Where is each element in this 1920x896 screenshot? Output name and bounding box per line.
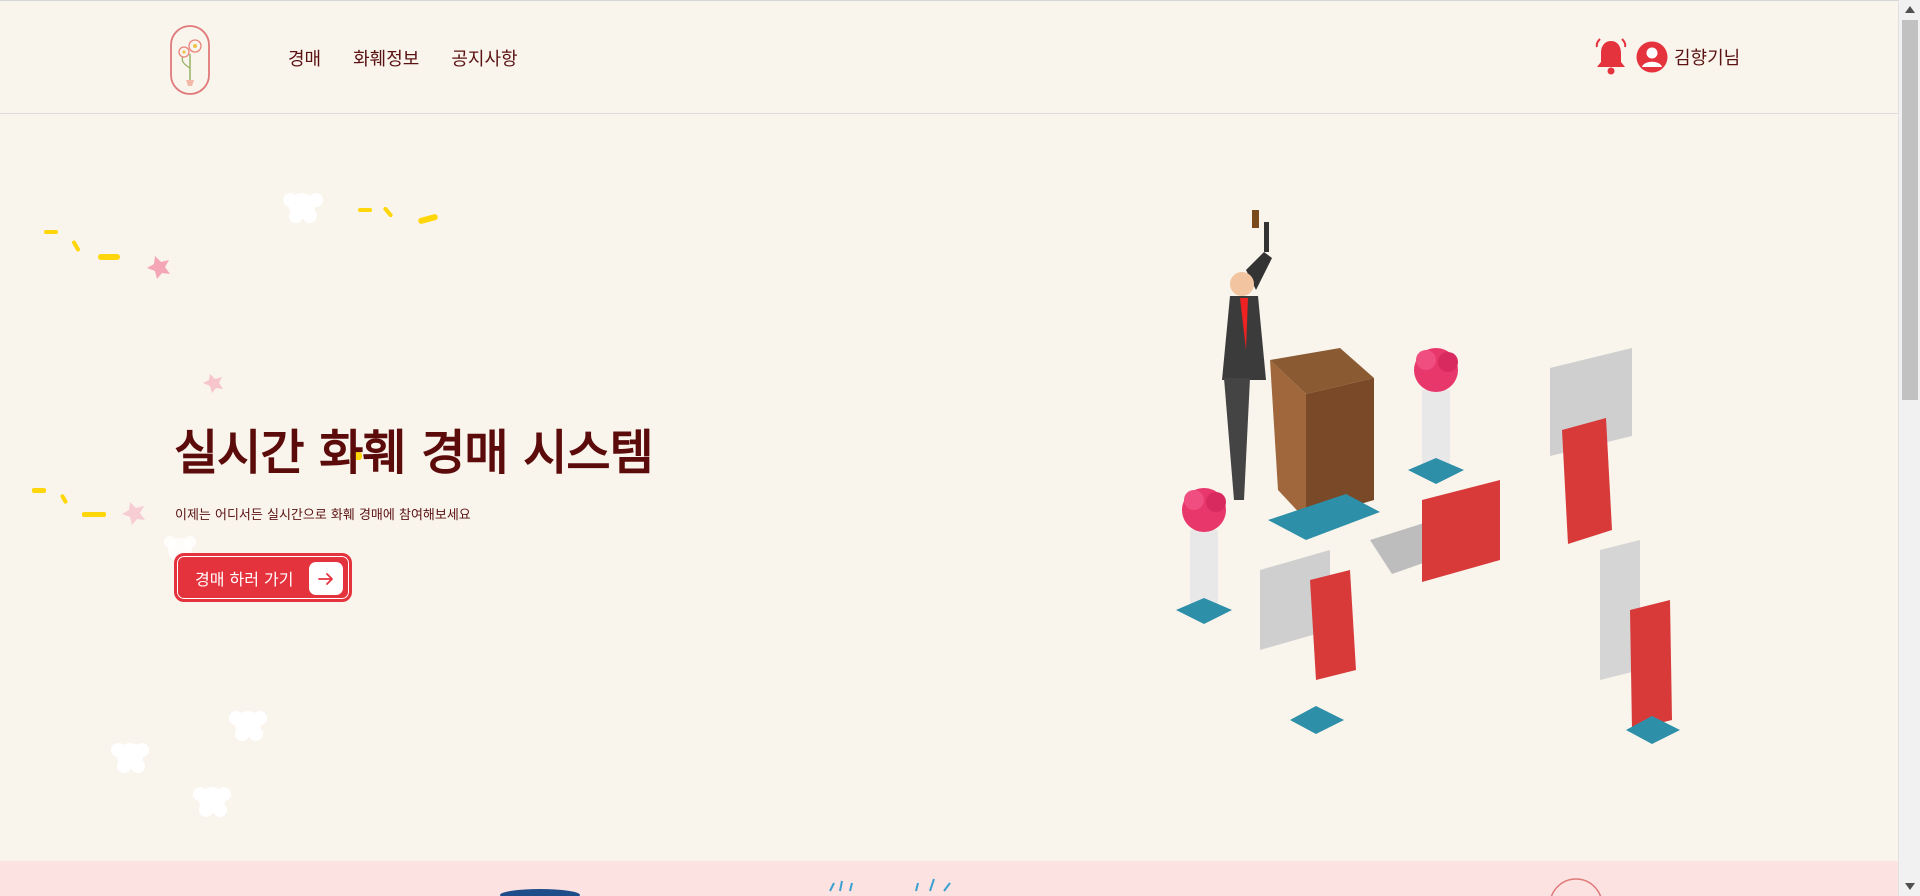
user-name: 김향기님 xyxy=(1674,48,1741,69)
nav-item-flower-info[interactable]: 화훼정보 xyxy=(353,45,419,71)
page-scrollbar[interactable] xyxy=(1898,0,1920,896)
scroll-thumb[interactable] xyxy=(1902,20,1918,400)
go-to-auction-button[interactable]: 경매 하러 가기 xyxy=(174,553,352,602)
next-section-band xyxy=(0,861,1898,896)
hero-title: 실시간 화훼 경매 시스템 xyxy=(174,425,654,481)
auction-room-illustration xyxy=(1176,210,1680,744)
hero-subtitle: 이제는 어디서든 실시간으로 화훼 경매에 참여해보세요 xyxy=(175,508,471,523)
cta-label: 경매 하러 가기 xyxy=(195,569,294,589)
bell-icon[interactable] xyxy=(1594,37,1628,75)
nav-item-auction[interactable]: 경매 xyxy=(288,45,321,71)
arrow-right-icon xyxy=(309,562,343,595)
top-header: 경매 화훼정보 공지사항 김향기님 xyxy=(0,0,1898,114)
main-nav: 경매 화훼정보 공지사항 xyxy=(288,45,518,71)
user-menu[interactable]: 김향기님 xyxy=(1636,41,1740,73)
nav-item-notice[interactable]: 공지사항 xyxy=(451,45,517,71)
scroll-up-arrow-icon[interactable] xyxy=(1905,6,1915,13)
scroll-down-arrow-icon[interactable] xyxy=(1905,883,1915,890)
band-decoration xyxy=(500,878,1602,896)
falling-petals-decoration xyxy=(32,193,438,817)
flower-vase-logo[interactable] xyxy=(169,24,211,96)
user-circle-icon xyxy=(1636,41,1668,73)
